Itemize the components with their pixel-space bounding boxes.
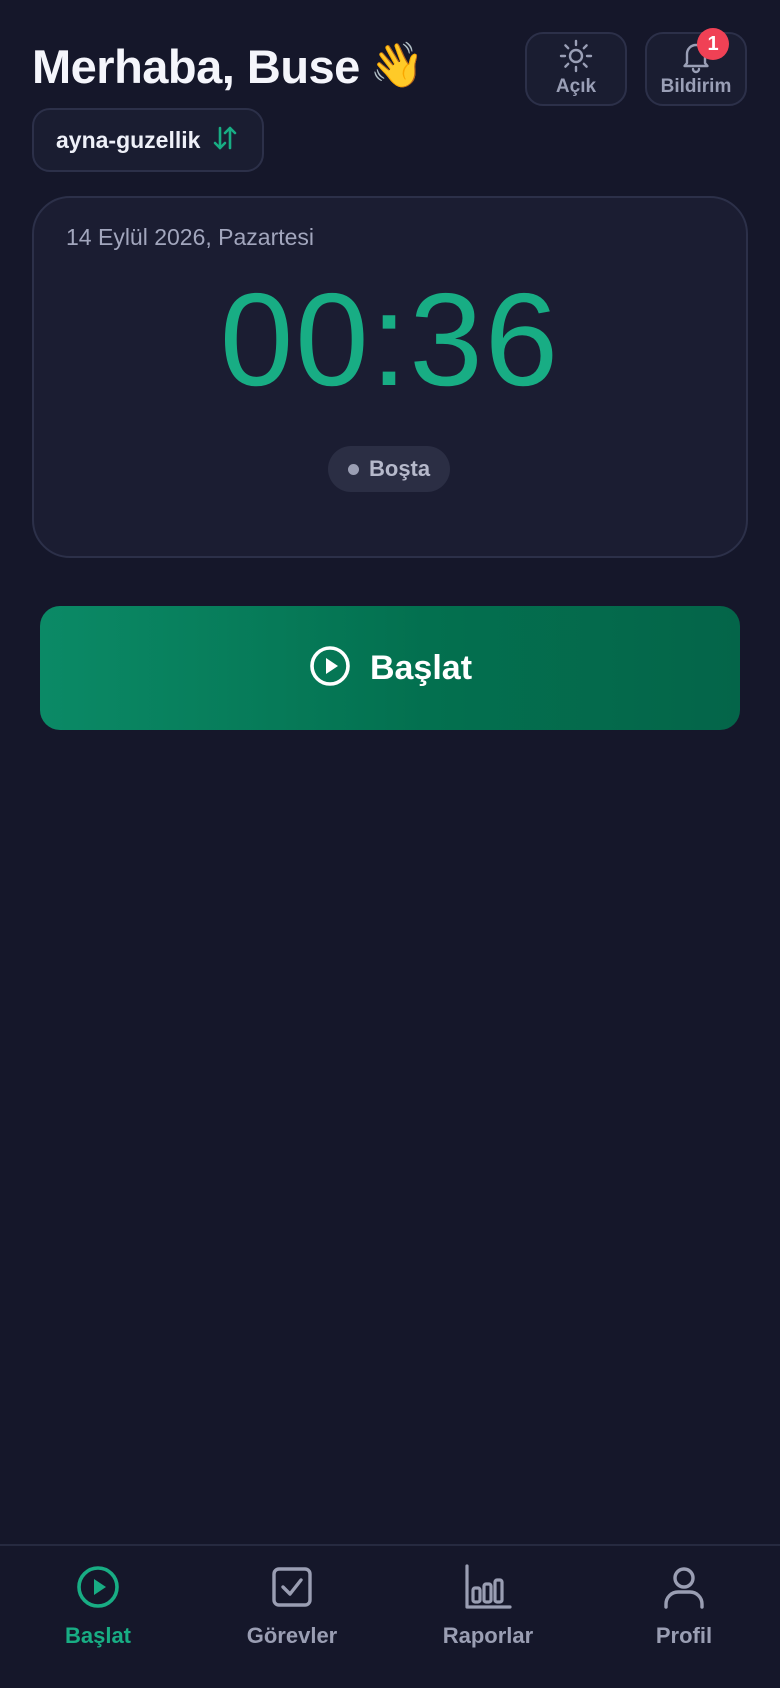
bar-chart-icon [463, 1564, 513, 1615]
nav-item-start[interactable]: Başlat [18, 1564, 178, 1649]
timer-display: 00:36 [219, 266, 561, 413]
nav-item-reports[interactable]: Raporlar [408, 1564, 568, 1649]
nav-label-reports: Raporlar [442, 1623, 534, 1648]
nav-label-profile: Profil [655, 1623, 713, 1648]
greeting-title: Merhaba, Buse 👋 [32, 34, 425, 98]
theme-toggle-label: Açık [555, 76, 597, 97]
current-date: 14 Eylül 2026, Pazartesi [66, 224, 315, 250]
play-circle-icon [75, 1564, 121, 1615]
notifications-button[interactable]: Bildirim 1 [645, 28, 747, 106]
sun-icon [558, 38, 594, 74]
workspace-switcher[interactable]: ayna-guzellik [32, 108, 265, 172]
nav-label-start: Başlat [64, 1623, 132, 1648]
bottom-navigation: Başlat Görevler Raporlar Profil [0, 1544, 780, 1688]
status-dot-icon [348, 463, 359, 475]
notification-count-badge: 1 [697, 28, 729, 60]
play-circle-icon [308, 644, 352, 693]
nav-item-profile[interactable]: Profil [604, 1564, 764, 1649]
home-screen: Merhaba, Buse 👋 Açık Bildirim 1 ayna-guz… [0, 0, 780, 1688]
nav-item-tasks[interactable]: Görevler [212, 1564, 372, 1649]
status-text: Boşta [369, 456, 431, 481]
waving-hand-emoji: 👋 [369, 41, 425, 90]
start-timer-button[interactable]: Başlat [40, 606, 740, 730]
nav-label-tasks: Görevler [246, 1623, 338, 1648]
checkbox-icon [269, 1564, 315, 1615]
start-timer-label: Başlat [369, 648, 473, 687]
status-badge: Boşta [328, 446, 451, 492]
greeting-text: Merhaba, Buse [32, 39, 360, 93]
theme-toggle-button[interactable]: Açık [525, 32, 627, 106]
workspace-name: ayna-guzellik [56, 126, 201, 153]
timer-card: 14 Eylül 2026, Pazartesi 00:36 Boşta [32, 196, 748, 558]
user-icon [661, 1564, 707, 1615]
swap-arrows-icon [210, 123, 240, 158]
notifications-label: Bildirim [660, 76, 732, 97]
